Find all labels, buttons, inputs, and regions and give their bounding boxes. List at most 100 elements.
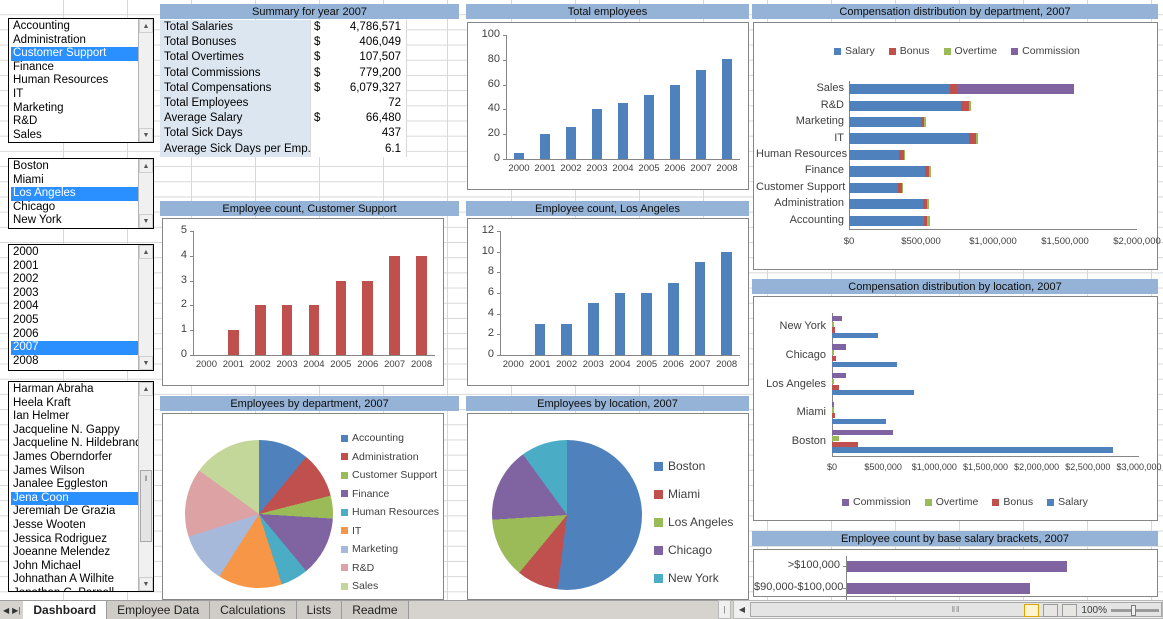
department-item[interactable]: R&D <box>11 115 138 129</box>
summary-row-label: Average Sick Days per Emp. <box>160 142 310 157</box>
year-filter-items[interactable]: 200020012002200320042005200620072008 <box>9 245 138 370</box>
sheet-tab-readme[interactable]: Readme <box>342 601 408 619</box>
employee-item[interactable]: Jeremiah De Grazia <box>11 505 138 519</box>
department-filter-items[interactable]: AccountingAdministrationCustomer Support… <box>9 19 138 142</box>
scroll-up-icon[interactable]: ▲ <box>139 245 153 259</box>
summary-row: Total Overtimes$107,507 <box>160 50 459 65</box>
page-break-view-icon[interactable] <box>1062 604 1077 617</box>
employee-item[interactable]: Joeanne Melendez <box>11 546 138 560</box>
chart-bar <box>832 385 839 390</box>
year-item[interactable]: 2005 <box>11 314 138 328</box>
location-filter-scrollbar[interactable]: ▲ ▼ <box>138 159 153 228</box>
employee-item[interactable]: Jessica Rodriguez <box>11 533 138 547</box>
employee-item[interactable]: Heela Kraft <box>11 397 138 411</box>
employee-item[interactable]: Jena Coon <box>11 492 138 506</box>
location-item[interactable]: Chicago <box>11 201 138 215</box>
department-item[interactable]: Customer Support <box>11 47 138 61</box>
department-item[interactable]: Human Resources <box>11 74 138 88</box>
year-item[interactable]: 2002 <box>11 273 138 287</box>
sheet-tab-dashboard[interactable]: Dashboard <box>23 601 107 619</box>
chart-bar-segment <box>924 117 926 127</box>
employee-count-salary-brackets-chart[interactable]: >$100,000$90,000-$100,000 <box>753 549 1158 597</box>
scroll-up-icon[interactable]: ▲ <box>139 19 153 33</box>
year-item[interactable]: 2004 <box>11 300 138 314</box>
employee-count-los-angeles-chart[interactable]: 0246810122000200120022003200420052006200… <box>467 218 749 386</box>
zoom-slider-knob[interactable] <box>1131 605 1136 616</box>
page-layout-view-icon[interactable] <box>1043 604 1058 617</box>
employee-item[interactable]: Johnathan A Wilhite <box>11 573 138 587</box>
employee-item[interactable]: Jesse Wooten <box>11 519 138 533</box>
employee-item[interactable]: Jacqueline N. Gappy <box>11 424 138 438</box>
legend-item: Miami <box>654 487 700 501</box>
employee-item[interactable]: John Michael <box>11 560 138 574</box>
y-tick-label: 20 <box>468 127 500 139</box>
employee-item[interactable]: Jonathan C. Parnell <box>11 587 138 591</box>
employee-filter-items[interactable]: Harman AbrahaHeela KraftIan HelmerJacque… <box>9 382 138 591</box>
employees-by-location-chart[interactable]: BostonMiamiLos AngelesChicagoNew York <box>467 413 749 600</box>
sheet-tab-calculations[interactable]: Calculations <box>210 601 296 619</box>
location-item[interactable]: Los Angeles <box>11 187 138 201</box>
x-axis-line <box>193 355 435 356</box>
department-item[interactable]: IT <box>11 88 138 102</box>
scroll-down-icon[interactable]: ▼ <box>139 356 153 370</box>
split-handle[interactable]: | <box>718 600 731 619</box>
sheet-tab-lists[interactable]: Lists <box>297 601 343 619</box>
year-item[interactable]: 2001 <box>11 260 138 274</box>
year-item[interactable]: 2008 <box>11 355 138 369</box>
location-filter-listbox[interactable]: BostonMiamiLos AngelesChicagoNew York ▲ … <box>8 158 154 229</box>
employee-filter-listbox[interactable]: Harman AbrahaHeela KraftIan HelmerJacque… <box>8 381 154 592</box>
employee-item[interactable]: James Wilson <box>11 465 138 479</box>
zoom-slider[interactable] <box>1111 609 1159 612</box>
category-label: Los Angeles <box>756 378 826 390</box>
x-tick-label: 2007 <box>687 359 714 370</box>
chart-bar-segment <box>849 101 961 111</box>
employee-scroll-thumb[interactable]: ‖ <box>140 470 152 542</box>
sheet-tab-employee-data[interactable]: Employee Data <box>107 601 210 619</box>
employee-item[interactable]: Janalee Eggleston <box>11 478 138 492</box>
year-item[interactable]: 2003 <box>11 287 138 301</box>
department-filter-listbox[interactable]: AccountingAdministrationCustomer Support… <box>8 18 154 143</box>
scroll-down-icon[interactable]: ▼ <box>139 577 153 591</box>
year-filter-scrollbar[interactable]: ▲ ▼ <box>138 245 153 370</box>
legend-swatch <box>654 462 663 471</box>
employee-item[interactable]: Jacqueline N. Hildebrand <box>11 437 138 451</box>
employees-by-department-chart[interactable]: AccountingAdministrationCustomer Support… <box>162 413 444 600</box>
scroll-up-icon[interactable]: ▲ <box>139 159 153 173</box>
scroll-left-icon[interactable]: ◀ <box>734 605 750 614</box>
department-item[interactable]: Sales <box>11 129 138 142</box>
location-item[interactable]: Miami <box>11 174 138 188</box>
category-label: New York <box>756 320 826 332</box>
scroll-down-icon[interactable]: ▼ <box>139 128 153 142</box>
total-employees-chart[interactable]: 0204060801002000200120022003200420052006… <box>467 22 749 190</box>
scroll-down-icon[interactable]: ▼ <box>139 214 153 228</box>
year-item[interactable]: 2007 <box>11 341 138 355</box>
nav-last-icon[interactable]: ▶| <box>12 606 20 615</box>
employee-count-customer-support-chart[interactable]: 0123452000200120022003200420052006200720… <box>162 218 444 386</box>
department-item[interactable]: Administration <box>11 34 138 48</box>
employee-item[interactable]: James Oberndorfer <box>11 451 138 465</box>
legend-label: Boston <box>668 459 705 473</box>
employee-item[interactable]: Harman Abraha <box>11 383 138 397</box>
department-item[interactable]: Marketing <box>11 102 138 116</box>
y-tick-label: 3 <box>163 274 187 286</box>
department-item[interactable]: Accounting <box>11 20 138 34</box>
department-item[interactable]: Finance <box>11 61 138 75</box>
sheet-nav-buttons[interactable]: ◀ ▶| <box>0 601 23 619</box>
department-filter-scrollbar[interactable]: ▲ ▼ <box>138 19 153 142</box>
year-item[interactable]: 2000 <box>11 246 138 260</box>
employee-filter-scrollbar[interactable]: ▲ ‖ ▼ <box>138 382 153 591</box>
chart-bar-segment <box>849 199 923 209</box>
location-item[interactable]: Boston <box>11 160 138 174</box>
nav-prev-icon[interactable]: ◀ <box>3 606 9 615</box>
employee-item[interactable]: Ian Helmer <box>11 410 138 424</box>
compensation-by-location-chart[interactable]: New YorkChicagoLos AngelesMiamiBoston$0$… <box>753 296 1158 521</box>
scroll-up-icon[interactable]: ▲ <box>139 382 153 396</box>
sheet-tabs[interactable]: DashboardEmployee DataCalculationsListsR… <box>23 601 408 619</box>
year-filter-listbox[interactable]: 200020012002200320042005200620072008 ▲ ▼ <box>8 244 154 371</box>
location-item[interactable]: New York <box>11 214 138 228</box>
year-item[interactable]: 2006 <box>11 328 138 342</box>
normal-view-icon[interactable] <box>1024 604 1039 617</box>
total-employees-title-bar: Total employees <box>466 4 749 19</box>
location-filter-items[interactable]: BostonMiamiLos AngelesChicagoNew York <box>9 159 138 228</box>
compensation-by-department-chart[interactable]: SalaryBonusOvertimeCommissionSalesR&DMar… <box>753 22 1158 270</box>
